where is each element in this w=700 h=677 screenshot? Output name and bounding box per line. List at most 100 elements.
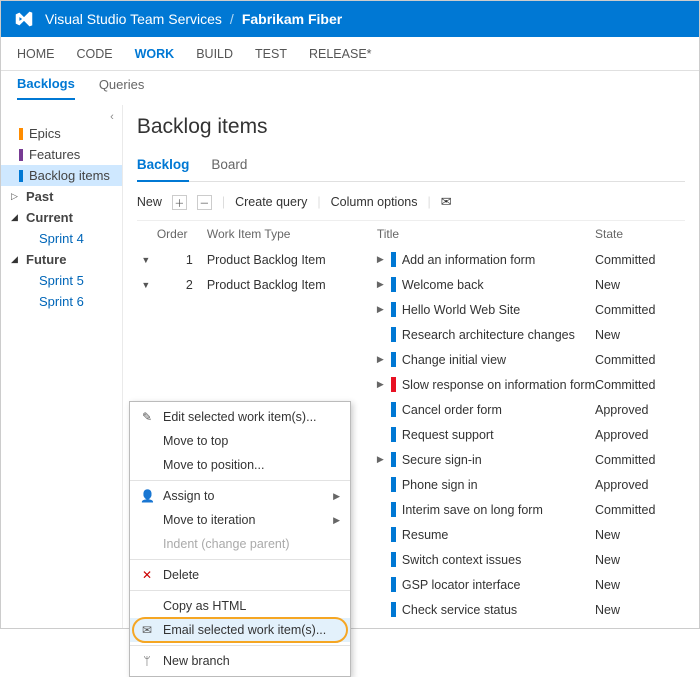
- nav-build[interactable]: BUILD: [196, 47, 233, 61]
- table-row[interactable]: ▼2Product Backlog Item▶Welcome backNew: [137, 272, 685, 297]
- chevron-right-icon[interactable]: ▶: [377, 304, 391, 315]
- table-row[interactable]: ▶Slow response on information formCommit…: [137, 372, 685, 397]
- cell-title[interactable]: Change initial view: [402, 353, 595, 367]
- toolbar-new[interactable]: New: [137, 195, 162, 209]
- person-icon: 👤: [140, 489, 154, 503]
- project-name[interactable]: Fabrikam Fiber: [242, 11, 342, 27]
- toolbar-create-query[interactable]: Create query: [235, 195, 307, 209]
- item-color-bar: [391, 352, 396, 367]
- table-row[interactable]: ▶Hello World Web SiteCommitted: [137, 297, 685, 322]
- mail-icon[interactable]: ✉: [441, 194, 452, 210]
- sidebar-backlog-items[interactable]: Backlog items: [1, 165, 122, 186]
- item-color-bar: [391, 527, 396, 542]
- table-row[interactable]: ▼1Product Backlog Item▶Add an informatio…: [137, 247, 685, 272]
- menu-indent: Indent (change parent): [130, 532, 350, 556]
- sidebar-sprint-6[interactable]: Sprint 6: [1, 291, 122, 312]
- chevron-right-icon: ▷: [11, 191, 21, 202]
- nav-home[interactable]: HOME: [17, 47, 55, 61]
- collapse-icon[interactable]: －: [197, 195, 212, 210]
- tab-backlog[interactable]: Backlog: [137, 157, 190, 182]
- menu-delete[interactable]: ✕Delete: [130, 563, 350, 587]
- col-title[interactable]: Title: [377, 227, 595, 241]
- cell-title[interactable]: Secure sign-in: [402, 453, 595, 467]
- col-order[interactable]: Order: [137, 227, 207, 241]
- sidebar-future[interactable]: ◢Future: [1, 249, 122, 270]
- toolbar-column-options[interactable]: Column options: [331, 195, 418, 209]
- nav-code[interactable]: CODE: [77, 47, 113, 61]
- cell-title[interactable]: Cancel order form: [402, 403, 595, 417]
- cell-title[interactable]: Add an information form: [402, 253, 595, 267]
- sidebar-sprint-4[interactable]: Sprint 4: [1, 228, 122, 249]
- item-color-bar: [391, 577, 396, 592]
- cell-title[interactable]: Welcome back: [402, 278, 595, 292]
- sidebar-features[interactable]: Features: [1, 144, 122, 165]
- cell-title[interactable]: Check service status: [402, 603, 595, 617]
- cell-title[interactable]: Hello World Web Site: [402, 303, 595, 317]
- col-type[interactable]: Work Item Type: [207, 227, 377, 241]
- menu-move-position[interactable]: Move to position...: [130, 453, 350, 477]
- cell-title[interactable]: Resume: [402, 528, 595, 542]
- chevron-right-icon[interactable]: ▶: [377, 379, 391, 390]
- sidebar-current[interactable]: ◢Current: [1, 207, 122, 228]
- add-icon[interactable]: ＋: [172, 195, 187, 210]
- item-color-bar: [391, 427, 396, 442]
- table-row[interactable]: ▶Change initial viewCommitted: [137, 347, 685, 372]
- cell-title[interactable]: Phone sign in: [402, 478, 595, 492]
- table-row[interactable]: Research architecture changesNew: [137, 322, 685, 347]
- cell-title[interactable]: Research architecture changes: [402, 328, 595, 342]
- menu-copy-html[interactable]: Copy as HTML: [130, 594, 350, 618]
- vs-logo-icon: [13, 8, 35, 30]
- chevron-right-icon[interactable]: ▶: [377, 354, 391, 365]
- branch-icon: ᛘ: [140, 654, 154, 668]
- item-color-bar: [391, 327, 396, 342]
- cell-title[interactable]: Slow response on information form: [402, 378, 595, 392]
- expand-icon[interactable]: ▼: [137, 255, 155, 265]
- cell-order: 2: [155, 278, 207, 292]
- chevron-right-icon: ▶: [333, 491, 340, 502]
- sub-nav: Backlogs Queries: [1, 71, 699, 105]
- item-color-bar: [391, 552, 396, 567]
- sidebar-past[interactable]: ▷Past: [1, 186, 122, 207]
- tab-board[interactable]: Board: [211, 157, 247, 181]
- cell-title[interactable]: Switch context issues: [402, 553, 595, 567]
- column-headers: Order Work Item Type Title State: [137, 221, 685, 247]
- breadcrumb-separator: /: [230, 11, 234, 27]
- cell-state: Approved: [595, 478, 685, 492]
- chevron-right-icon: ▶: [333, 515, 340, 526]
- nav-release[interactable]: RELEASE*: [309, 47, 372, 61]
- chevron-right-icon[interactable]: ▶: [377, 254, 391, 265]
- nav-test[interactable]: TEST: [255, 47, 287, 61]
- cell-state: Committed: [595, 253, 685, 267]
- cell-state: New: [595, 528, 685, 542]
- backlog-color-bar: [19, 170, 23, 182]
- chevron-right-icon[interactable]: ▶: [377, 454, 391, 465]
- item-color-bar: [391, 477, 396, 492]
- cell-title[interactable]: GSP locator interface: [402, 578, 595, 592]
- subnav-queries[interactable]: Queries: [99, 77, 145, 99]
- expand-icon[interactable]: ▼: [137, 280, 155, 290]
- sidebar-sprint-5[interactable]: Sprint 5: [1, 270, 122, 291]
- col-state[interactable]: State: [595, 227, 685, 241]
- sidebar-collapse-icon[interactable]: ‹: [1, 111, 122, 123]
- cell-type: Product Backlog Item: [207, 278, 377, 292]
- chevron-right-icon[interactable]: ▶: [377, 279, 391, 290]
- menu-move-iteration[interactable]: Move to iteration▶: [130, 508, 350, 532]
- menu-email[interactable]: ✉Email selected work item(s)...: [130, 618, 350, 642]
- cell-state: Approved: [595, 428, 685, 442]
- menu-edit[interactable]: ✎Edit selected work item(s)...: [130, 405, 350, 429]
- menu-new-branch[interactable]: ᛘNew branch: [130, 649, 350, 673]
- cell-order: 1: [155, 253, 207, 267]
- cell-title[interactable]: Request support: [402, 428, 595, 442]
- global-header: Visual Studio Team Services / Fabrikam F…: [1, 1, 699, 37]
- cell-title[interactable]: Interim save on long form: [402, 503, 595, 517]
- cell-state: Approved: [595, 403, 685, 417]
- nav-work[interactable]: WORK: [135, 47, 175, 61]
- menu-assign-to[interactable]: 👤Assign to▶: [130, 484, 350, 508]
- menu-move-top[interactable]: Move to top: [130, 429, 350, 453]
- delete-icon: ✕: [140, 568, 154, 582]
- product-name[interactable]: Visual Studio Team Services: [45, 11, 222, 27]
- sidebar-epics[interactable]: Epics: [1, 123, 122, 144]
- item-color-bar: [391, 302, 396, 317]
- subnav-backlogs[interactable]: Backlogs: [17, 76, 75, 100]
- context-menu: ✎Edit selected work item(s)... Move to t…: [129, 401, 351, 677]
